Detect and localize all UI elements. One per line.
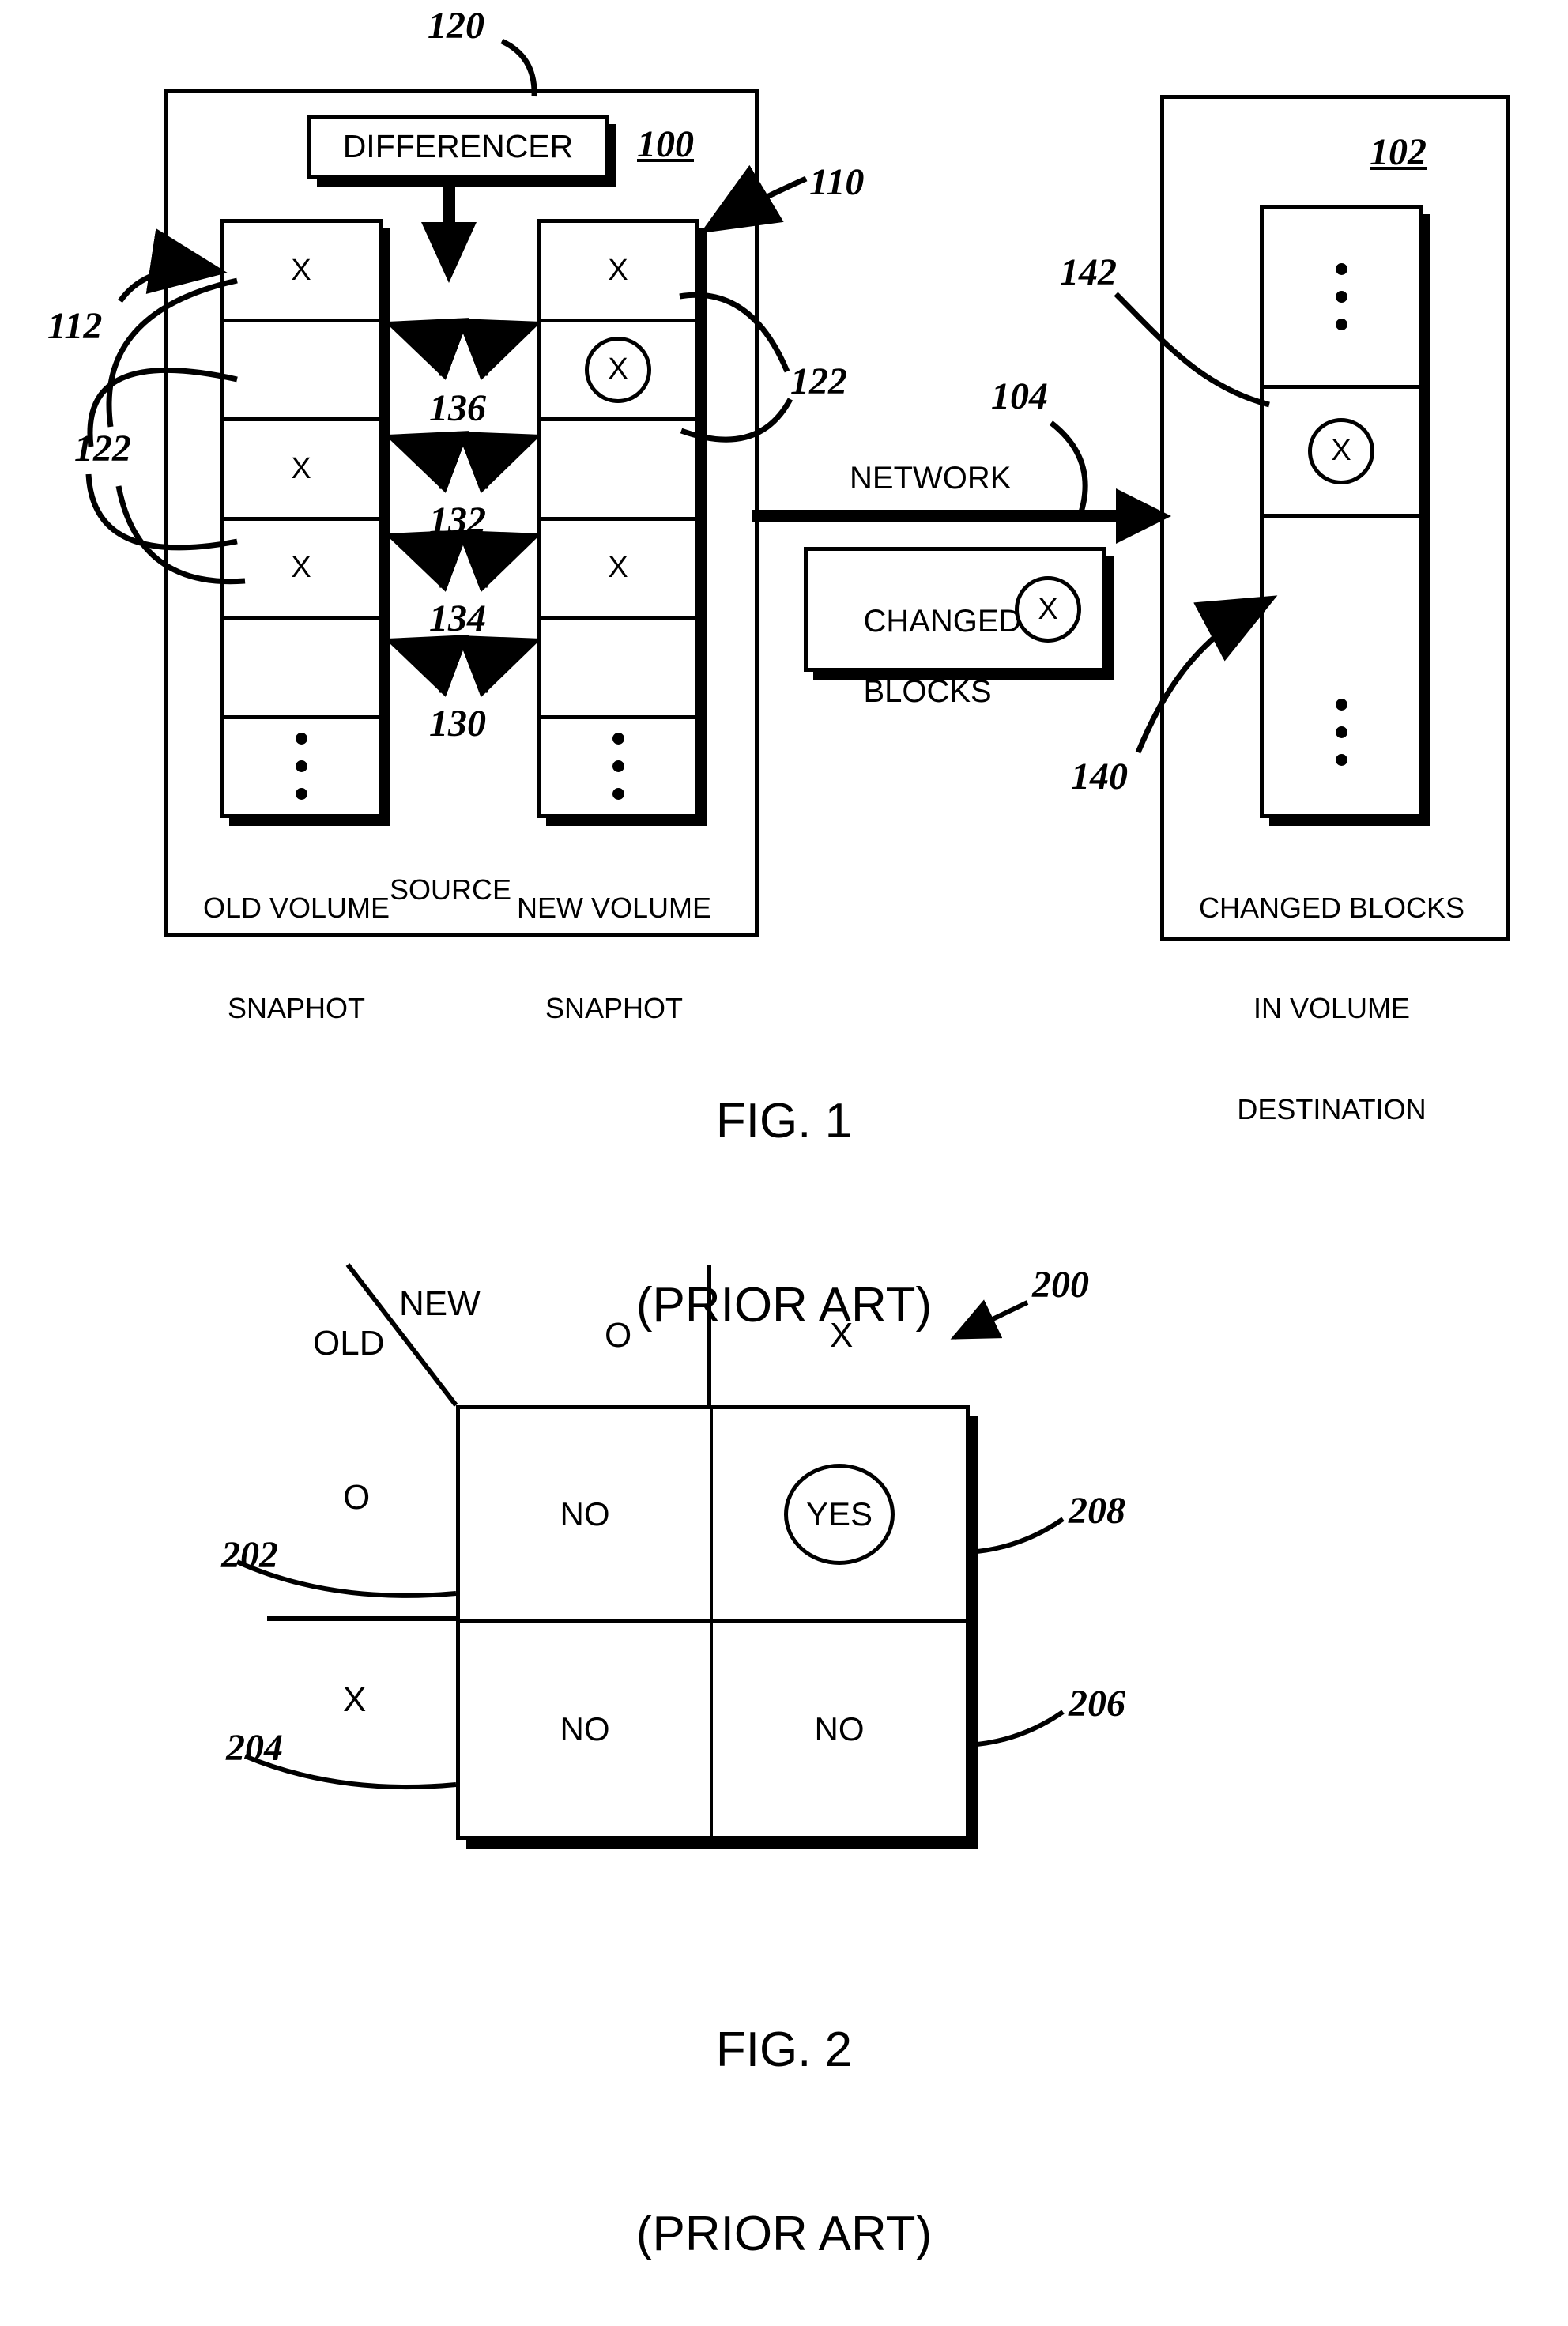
vertical-ellipsis-icon: [1335, 262, 1348, 330]
figure1-caption-line2: (PRIOR ART): [635, 1277, 933, 1333]
network-arrow-icon: [752, 488, 1171, 544]
dest-cell-2[interactable]: [1264, 518, 1419, 814]
vertical-ellipsis-icon: [295, 733, 307, 801]
f2-axis-label-new: NEW: [399, 1284, 481, 1323]
new-cell-5[interactable]: [541, 719, 695, 815]
f2-col-header-0: O: [605, 1316, 632, 1355]
f2-cell-r0c0[interactable]: NO: [460, 1409, 713, 1623]
new-cell-1[interactable]: X: [541, 322, 695, 421]
dest-cell-1-circled-mark: X: [1308, 417, 1374, 484]
f2-axis-label-old: OLD: [313, 1324, 385, 1363]
figure1-caption: FIG. 1 (PRIOR ART): [468, 968, 1100, 1397]
changed-blocks-label: CHANGED BLOCKS: [828, 568, 1021, 745]
old-cell-3-mark: X: [291, 551, 311, 585]
ref-112: 112: [47, 305, 103, 347]
figure2-caption-line2: (PRIOR ART): [635, 2206, 933, 2261]
ref-132: 132: [429, 500, 486, 541]
old-cell-2[interactable]: X: [224, 421, 379, 521]
figure2-caption: FIG. 2 (PRIOR ART): [468, 1897, 1100, 2326]
old-cell-0-mark: X: [291, 253, 311, 287]
leader-120: [500, 38, 537, 97]
destination-caption-line2: IN VOLUME: [1253, 992, 1411, 1025]
ref-136: 136: [429, 387, 486, 429]
figure2-truth-table[interactable]: NO YES NO NO: [456, 1405, 970, 1840]
ref-202: 202: [221, 1534, 278, 1576]
f2-cell-r1c0[interactable]: NO: [460, 1623, 713, 1836]
figure1-caption-line1: FIG. 1: [715, 1094, 853, 1148]
old-cell-0[interactable]: X: [224, 223, 379, 322]
new-volume-snapshot-column[interactable]: X X X: [537, 219, 699, 818]
destination-caption-line1: CHANGED BLOCKS: [1198, 891, 1465, 924]
leader-206: [967, 1710, 1065, 1747]
old-volume-caption: OLD VOLUME SNAPHOT: [166, 824, 427, 1059]
ref-134: 134: [429, 598, 486, 639]
ref-204: 204: [226, 1727, 283, 1769]
new-cell-1-circled-mark: X: [585, 336, 651, 403]
ref-200: 200: [1032, 1264, 1089, 1306]
ref-140: 140: [1071, 756, 1128, 797]
f2-cell-r1c1-text: NO: [814, 1710, 865, 1747]
old-volume-caption-line2: SNAPHOT: [227, 992, 366, 1025]
old-volume-snapshot-column[interactable]: X X X: [220, 219, 383, 818]
f2-cell-r0c1-text: YES: [784, 1464, 895, 1565]
new-cell-3[interactable]: X: [541, 521, 695, 620]
changed-blocks-line1: CHANGED: [863, 603, 1022, 639]
old-cell-4[interactable]: [224, 620, 379, 719]
old-cell-1[interactable]: [224, 322, 379, 421]
old-cell-5[interactable]: [224, 719, 379, 815]
source-label: SOURCE: [389, 873, 512, 906]
new-cell-2[interactable]: [541, 421, 695, 521]
new-cell-0-mark: X: [608, 253, 628, 287]
ref-130: 130: [429, 703, 486, 745]
new-cell-0[interactable]: X: [541, 223, 695, 322]
ref-208: 208: [1069, 1490, 1125, 1532]
ref-102: 102: [1370, 131, 1427, 173]
f2-row-header-0: O: [343, 1478, 371, 1517]
ref-100: 100: [637, 123, 694, 165]
f2-col-header-1: X: [830, 1316, 854, 1355]
differencer-label: DIFFERENCER: [342, 128, 574, 165]
dest-cell-1[interactable]: X: [1264, 389, 1419, 518]
changed-blocks-line2: BLOCKS: [863, 674, 992, 710]
old-cell-2-mark: X: [291, 451, 311, 485]
ref-122-left: 122: [74, 428, 131, 469]
leader-104: [1049, 420, 1088, 513]
destination-caption: CHANGED BLOCKS IN VOLUME DESTINATION: [1162, 824, 1502, 1160]
old-cell-3[interactable]: X: [224, 521, 379, 620]
f2-cell-r0c1[interactable]: YES: [713, 1409, 966, 1623]
ref-110: 110: [809, 161, 865, 203]
f2-cell-r1c1[interactable]: NO: [713, 1623, 966, 1836]
ref-206: 206: [1069, 1683, 1125, 1725]
new-cell-4[interactable]: [541, 620, 695, 719]
f2-row-header-1: X: [343, 1680, 367, 1719]
changed-blocks-circled-mark: X: [1015, 576, 1081, 643]
changed-blocks-box[interactable]: CHANGED BLOCKS X: [804, 547, 1106, 709]
destination-caption-line3: DESTINATION: [1237, 1092, 1427, 1125]
ref-122-right: 122: [790, 360, 847, 402]
vertical-ellipsis-icon: [612, 733, 624, 801]
new-cell-3-mark: X: [608, 551, 628, 585]
dest-cell-0[interactable]: [1264, 209, 1419, 389]
differencer-box[interactable]: DIFFERENCER: [307, 115, 609, 179]
f2-cell-r0c0-text: NO: [560, 1495, 610, 1532]
leader-208: [967, 1517, 1065, 1555]
network-label: NETWORK: [850, 461, 1012, 496]
ref-142: 142: [1060, 251, 1117, 293]
ref-120: 120: [428, 5, 484, 47]
ref-104: 104: [991, 375, 1048, 417]
vertical-ellipsis-icon: [1335, 698, 1348, 766]
figure2-caption-line1: FIG. 2: [715, 2023, 853, 2077]
f2-cell-r1c0-text: NO: [560, 1710, 610, 1747]
destination-volume-column[interactable]: X: [1260, 205, 1423, 818]
